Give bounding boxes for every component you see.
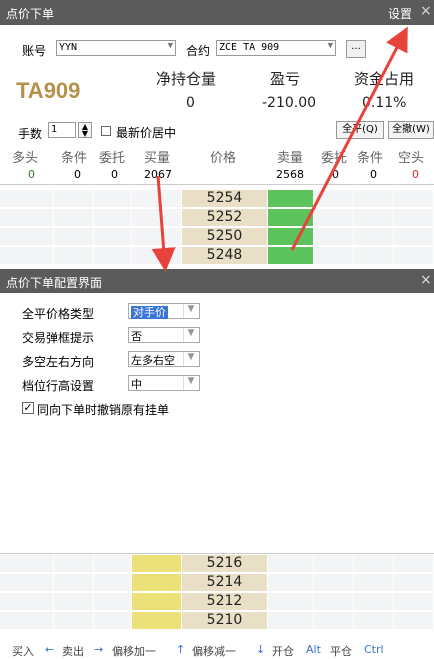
annotation-arrow-config	[151, 175, 176, 272]
annotation-arrows	[151, 26, 408, 272]
annotation-arrow-settings	[290, 26, 408, 251]
